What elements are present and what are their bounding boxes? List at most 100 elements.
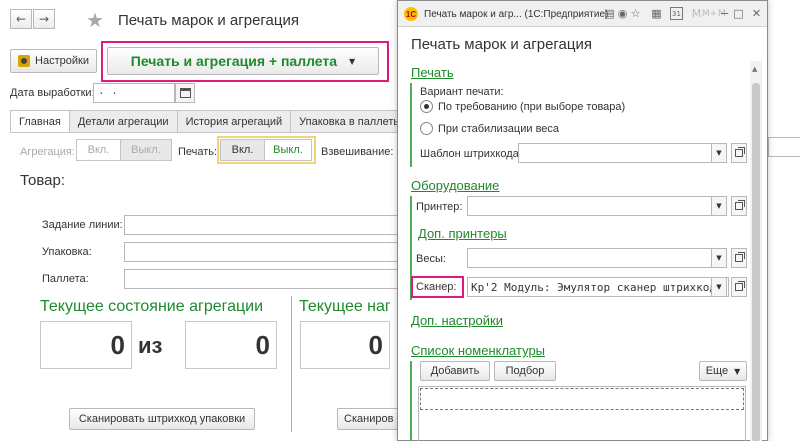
total-count: 0 <box>185 321 277 369</box>
radio-on-weight[interactable] <box>420 122 433 135</box>
nomenclature-group-header[interactable]: Список номенклатуры <box>411 343 545 358</box>
minimize-icon[interactable]: − <box>718 7 731 20</box>
settings-dialog: 1С Печать марок и агр... (1С:Предприятие… <box>397 0 768 441</box>
print-group-bar <box>410 83 412 167</box>
pallet-input[interactable] <box>124 269 400 289</box>
pallet-count: 0 <box>300 321 390 369</box>
scales-dropdown[interactable]: ▼ <box>711 248 727 268</box>
open-icon <box>735 252 745 262</box>
aggregation-toggle: Вкл. Выкл. <box>76 139 172 161</box>
barcode-template-input[interactable] <box>518 143 712 163</box>
calculator-icon[interactable]: ▦ <box>650 7 663 20</box>
chevron-down-icon: ▼ <box>349 56 356 66</box>
aggregation-off-button[interactable]: Выкл. <box>121 140 171 160</box>
line-task-label: Задание линии: <box>42 219 123 231</box>
radio-on-weight-label[interactable]: При стабилизации веса <box>438 123 559 135</box>
tab-aggregation-history[interactable]: История агрегаций <box>176 110 292 132</box>
current-count: 0 <box>40 321 132 369</box>
favorite-icon[interactable]: ☆ <box>629 7 642 20</box>
calendar-icon[interactable]: 31 <box>670 7 683 20</box>
packaging-input[interactable] <box>124 242 400 262</box>
print-on-button[interactable]: Вкл. <box>221 140 265 160</box>
printer-label: Принтер: <box>416 201 463 213</box>
line-task-input[interactable] <box>124 215 400 235</box>
printer-open[interactable] <box>731 196 747 216</box>
tab-aggregation-details[interactable]: Детали агрегации <box>68 110 178 132</box>
scanner-input[interactable]: Кр'2 Модуль: Эмулятор сканер штрихкода' … <box>467 277 729 297</box>
goods-heading: Товар: <box>20 172 65 189</box>
close-icon[interactable]: ✕ <box>750 7 763 20</box>
barcode-template-label: Шаблон штрихкода: <box>420 148 522 160</box>
barcode-template-dropdown[interactable]: ▼ <box>711 143 727 163</box>
back-arrow-icon: ← <box>15 12 27 26</box>
forward-button[interactable]: → <box>33 9 55 29</box>
list-row-selected[interactable] <box>420 388 744 410</box>
scan-pallet-barcode-button[interactable]: Сканиров <box>337 408 401 430</box>
chevron-down-icon: ▼ <box>734 366 741 376</box>
print-variant-label: Вариант печати: <box>420 86 504 98</box>
printer-input[interactable] <box>467 196 712 216</box>
settings-button-label: Настройки <box>35 55 89 67</box>
tab-pallet-packing[interactable]: Упаковка в паллеты <box>290 110 411 132</box>
open-icon <box>735 147 745 157</box>
back-button[interactable]: ← <box>10 9 32 29</box>
print-label: Печать: <box>178 146 218 158</box>
scanner-dropdown[interactable]: ▼ <box>711 277 727 297</box>
calendar-button[interactable] <box>175 83 195 103</box>
dialog-titlebar[interactable]: 1С Печать марок и агр... (1С:Предприятие… <box>398 1 767 27</box>
production-date-label: Дата выработки: <box>10 87 95 99</box>
packaging-label: Упаковка: <box>42 246 92 258</box>
settings-button[interactable]: Настройки <box>10 49 97 73</box>
more-button-label: Еще <box>705 365 729 377</box>
extra-printers-link[interactable]: Доп. принтеры <box>418 226 507 241</box>
barcode-template-open[interactable] <box>731 143 747 163</box>
aggregation-state-title: Текущее состояние агрегации <box>40 298 264 315</box>
radio-on-demand-label[interactable]: По требованию (при выборе товара) <box>438 101 625 113</box>
aggregation-label: Агрегация: <box>20 146 75 158</box>
background-edge <box>768 0 800 441</box>
print-group-header[interactable]: Печать <box>411 65 454 80</box>
maximize-icon[interactable]: □ <box>732 7 745 20</box>
radio-on-demand[interactable] <box>420 100 433 113</box>
equipment-group-header[interactable]: Оборудование <box>411 178 499 193</box>
scales-input[interactable] <box>467 248 712 268</box>
link-icon[interactable]: ◉ <box>616 7 629 20</box>
print-toggle: Вкл. Выкл. <box>220 139 312 161</box>
scroll-up-icon[interactable]: ▲ <box>752 65 757 73</box>
dialog-window-title: Печать марок и агр... (1С:Предприятие) <box>424 9 609 20</box>
calendar-icon <box>179 88 191 98</box>
document-icon[interactable]: ▤ <box>603 7 616 20</box>
weighing-label: Взвешивание: <box>321 146 394 158</box>
open-icon <box>735 200 745 210</box>
aggregation-on-button[interactable]: Вкл. <box>77 140 121 160</box>
open-icon <box>735 281 745 291</box>
background-field <box>768 137 800 157</box>
section-divider <box>291 296 292 432</box>
forward-arrow-icon: → <box>38 12 50 26</box>
more-button[interactable]: Еще ▼ <box>699 361 747 381</box>
settings-icon <box>18 55 31 67</box>
favorite-star-icon[interactable]: ★ <box>86 8 104 32</box>
dialog-form-title: Печать марок и агрегация <box>411 36 592 53</box>
memory-plus-icon[interactable]: M+ <box>702 7 717 20</box>
scrollbar-thumb[interactable] <box>752 83 760 441</box>
1c-logo-icon: 1С <box>404 7 418 21</box>
add-button[interactable]: Добавить <box>420 361 490 381</box>
tab-bar: Главная Детали агрегации История агрегац… <box>10 110 411 133</box>
pallet-label: Паллета: <box>42 273 89 285</box>
nomenclature-group-bar <box>410 361 412 441</box>
scales-label: Весы: <box>416 253 446 265</box>
scales-open[interactable] <box>731 248 747 268</box>
tab-divider <box>10 132 400 133</box>
extra-settings-group-header[interactable]: Доп. настройки <box>411 313 503 328</box>
production-date-input[interactable]: . . <box>93 83 175 103</box>
printer-dropdown[interactable]: ▼ <box>711 196 727 216</box>
scanner-open[interactable] <box>731 277 747 297</box>
print-aggregation-pallet-button[interactable]: Печать и агрегация + паллета ▼ <box>107 47 379 75</box>
tab-main[interactable]: Главная <box>10 110 70 133</box>
scanner-label: Сканер: <box>416 281 457 293</box>
scan-package-barcode-button[interactable]: Сканировать штрихкод упаковки <box>69 408 255 430</box>
print-off-button[interactable]: Выкл. <box>265 140 311 160</box>
page-title: Печать марок и агрегация <box>118 12 299 29</box>
pick-button[interactable]: Подбор <box>494 361 556 381</box>
